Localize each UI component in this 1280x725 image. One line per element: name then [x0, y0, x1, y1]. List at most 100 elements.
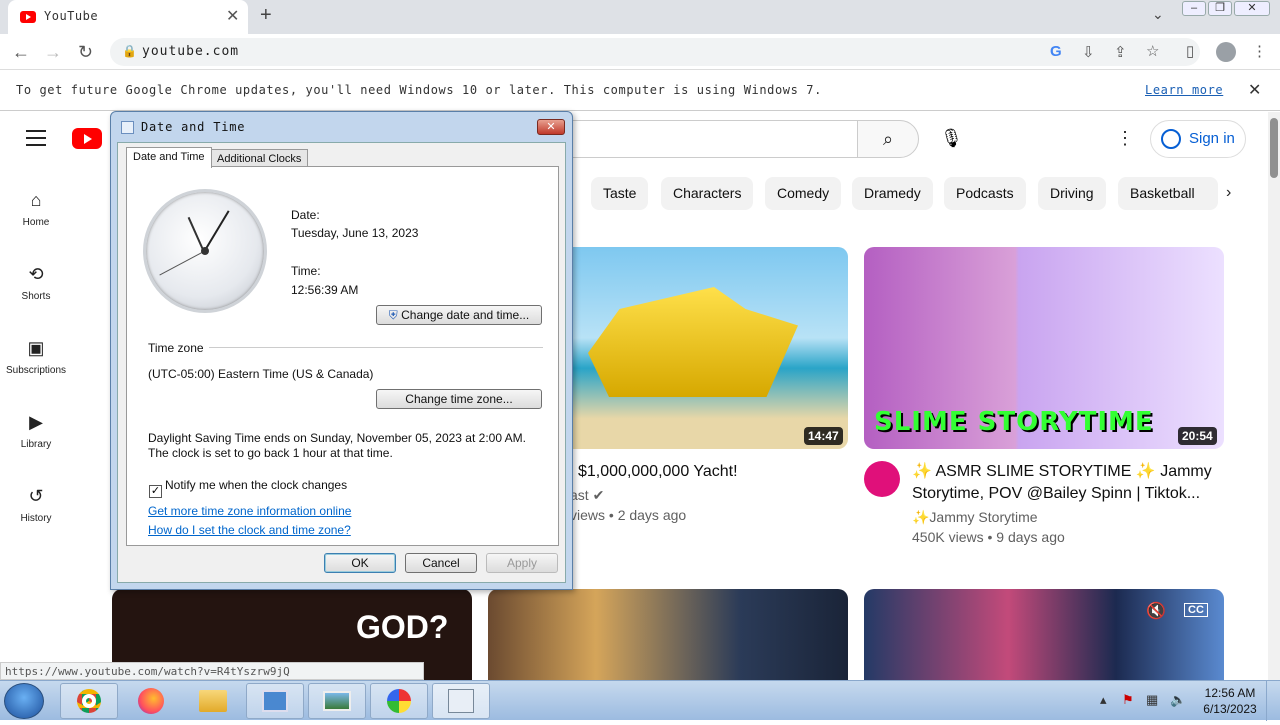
status-url: https://www.youtube.com/watch?v=R4tYszrw…: [0, 662, 424, 680]
sidebar-item-history[interactable]: ↺ History: [0, 486, 72, 524]
yacht-image: [588, 287, 798, 397]
tab-search-chevron-icon[interactable]: ⌄: [1152, 6, 1164, 23]
analog-clock-icon: [143, 189, 267, 313]
chip-basketball[interactable]: Basketball: [1118, 177, 1218, 210]
sidebar-item-shorts[interactable]: ⟲ Shorts: [0, 264, 72, 302]
cancel-button[interactable]: Cancel: [405, 553, 477, 573]
taskbar-date[interactable]: 6/13/2023: [1198, 702, 1262, 716]
taskbar-firefox-icon[interactable]: [122, 683, 180, 719]
forward-arrow-icon[interactable]: →: [44, 42, 62, 63]
banner-close-icon[interactable]: ✕: [1248, 80, 1261, 100]
notify-checkbox[interactable]: ✓: [149, 485, 162, 498]
sidebar-item-label: Shorts: [21, 291, 51, 302]
video-duration: 14:47: [804, 427, 843, 445]
change-timezone-button[interactable]: Change time zone...: [376, 389, 542, 409]
side-panel-icon[interactable]: ▯: [1186, 42, 1194, 60]
taskbar-chrome-icon[interactable]: [60, 683, 118, 719]
search-icon[interactable]: ⌕: [857, 120, 919, 158]
captions-icon[interactable]: CC: [1184, 603, 1208, 617]
date-time-dialog: Date and Time ✕ Date and Time Additional…: [110, 111, 573, 590]
menu-hamburger-icon[interactable]: [26, 130, 46, 146]
shield-icon: ⛨: [388, 308, 398, 322]
google-icon[interactable]: G: [1050, 43, 1062, 60]
dialog-close-button[interactable]: ✕: [537, 119, 565, 135]
video-title[interactable]: $1,000,000,000 Yacht!: [578, 461, 848, 483]
banner-text: To get future Google Chrome updates, you…: [16, 83, 822, 97]
show-hidden-icons-icon[interactable]: ▴: [1100, 692, 1107, 708]
minute-hand: [203, 210, 230, 253]
video-thumbnail[interactable]: 🔇 CC: [864, 589, 1224, 680]
maximize-button[interactable]: ❐: [1208, 1, 1232, 16]
sidebar-item-library[interactable]: ▶ Library: [0, 412, 72, 450]
notify-label[interactable]: Notify me when the clock changes: [165, 478, 347, 492]
tab-additional-clocks[interactable]: Additional Clocks: [210, 149, 309, 167]
shorts-icon: ⟲: [28, 264, 44, 284]
taskbar-paint-icon[interactable]: [370, 683, 428, 719]
scrollbar[interactable]: [1268, 112, 1280, 680]
window-close-button[interactable]: ✕: [1234, 1, 1270, 16]
video-thumbnail[interactable]: SLIME STORYTIME 20:54: [864, 247, 1224, 449]
taskbar-control-panel-icon[interactable]: [246, 683, 304, 719]
change-date-time-button[interactable]: ⛨ Change date and time...: [376, 305, 542, 325]
profile-avatar-icon[interactable]: [1216, 42, 1236, 62]
windows-taskbar: ▴ ⚑ ▦ 🔈 12:56 AM 6/13/2023: [0, 680, 1280, 721]
chevron-right-icon[interactable]: ›: [1226, 184, 1231, 202]
taskbar-date-time-icon[interactable]: [432, 683, 490, 719]
lock-icon[interactable]: 🔒: [122, 44, 137, 58]
chip-dramedy[interactable]: Dramedy: [852, 177, 933, 210]
channel-avatar[interactable]: [864, 461, 900, 497]
chip-characters[interactable]: Characters: [661, 177, 754, 210]
video-thumbnail[interactable]: [488, 589, 848, 680]
account-icon: [1161, 129, 1181, 149]
reload-icon[interactable]: ↻: [78, 42, 93, 63]
chip-comedy[interactable]: Comedy: [765, 177, 842, 210]
minimize-button[interactable]: –: [1182, 1, 1206, 16]
ok-button[interactable]: OK: [324, 553, 396, 573]
video-title[interactable]: ✨ ASMR SLIME STORYTIME ✨ Jammy Storytime…: [912, 461, 1212, 505]
sidebar-item-label: Library: [20, 439, 52, 450]
youtube-favicon-icon: [20, 11, 36, 23]
chip-podcasts[interactable]: Podcasts: [944, 177, 1026, 210]
apply-button[interactable]: Apply: [486, 553, 558, 573]
tab-date-and-time[interactable]: Date and Time: [126, 147, 212, 168]
new-tab-button[interactable]: +: [260, 4, 272, 27]
bookmark-star-icon[interactable]: ☆: [1146, 42, 1159, 60]
address-bar[interactable]: 🔒 youtube.com G ⇩ ⇪ ☆: [110, 38, 1200, 66]
mute-icon[interactable]: 🔇: [1146, 601, 1166, 621]
sign-in-button[interactable]: Sign in: [1150, 120, 1246, 158]
scrollbar-thumb[interactable]: [1270, 118, 1278, 178]
set-clock-help-link[interactable]: How do I set the clock and time zone?: [148, 523, 351, 537]
action-center-flag-icon[interactable]: ⚑: [1122, 692, 1134, 708]
chip-taste[interactable]: Taste: [591, 177, 649, 210]
chrome-menu-icon[interactable]: ⋮: [1252, 42, 1267, 60]
video-meta: views • 2 days ago: [570, 507, 687, 523]
volume-muted-icon[interactable]: 🔈: [1170, 692, 1186, 708]
history-icon: ↺: [28, 486, 44, 506]
sidebar-item-subscriptions[interactable]: ▣ Subscriptions: [0, 338, 72, 376]
back-arrow-icon[interactable]: ←: [12, 42, 30, 63]
youtube-logo-icon[interactable]: [72, 128, 102, 149]
channel-name[interactable]: ✨Jammy Storytime: [912, 509, 1038, 526]
start-button[interactable]: [4, 683, 44, 719]
tab-youtube[interactable]: YouTube ✕: [8, 0, 248, 34]
share-icon[interactable]: ⇪: [1114, 43, 1127, 61]
install-icon[interactable]: ⇩: [1082, 43, 1095, 61]
sidebar-item-home[interactable]: ⌂ Home: [0, 190, 72, 228]
taskbar-pictures-icon[interactable]: [308, 683, 366, 719]
settings-kebab-icon[interactable]: ⋮: [1116, 128, 1134, 149]
tab-title: YouTube: [44, 9, 99, 23]
learn-more-link[interactable]: Learn more: [1145, 83, 1223, 97]
taskbar-explorer-icon[interactable]: [184, 683, 242, 719]
date-value: Tuesday, June 13, 2023: [291, 226, 419, 240]
timezone-info-link[interactable]: Get more time zone information online: [148, 504, 351, 518]
divider: [209, 347, 543, 348]
show-desktop-button[interactable]: [1266, 681, 1280, 721]
chip-driving[interactable]: Driving: [1038, 177, 1106, 210]
network-icon[interactable]: ▦: [1146, 692, 1158, 708]
taskbar-time[interactable]: 12:56 AM: [1204, 686, 1256, 700]
channel-name[interactable]: ast ✔: [570, 487, 604, 504]
tab-close-icon[interactable]: ✕: [226, 6, 239, 26]
video-meta: 450K views • 9 days ago: [912, 529, 1065, 545]
time-label: Time:: [291, 264, 321, 278]
microphone-icon[interactable]: 🎙: [940, 128, 963, 149]
